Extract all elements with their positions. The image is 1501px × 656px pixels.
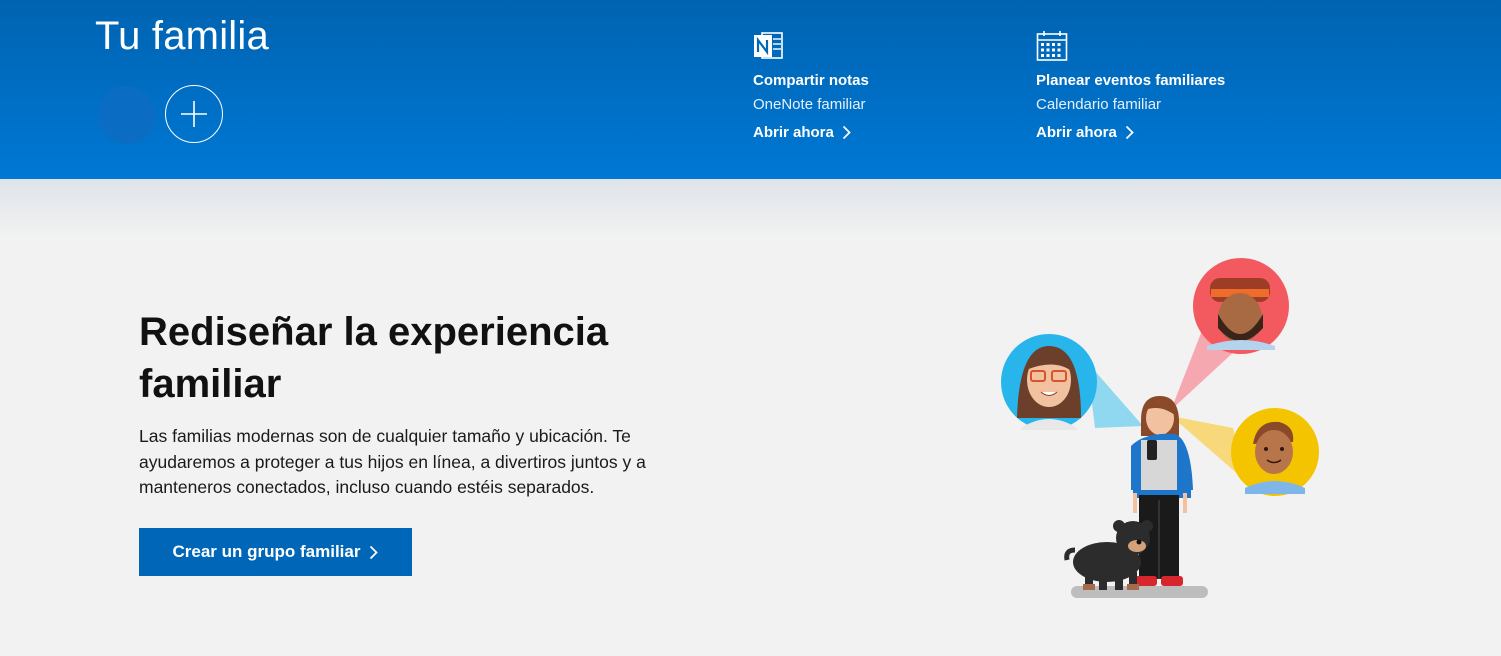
hero-title-line2: familiar <box>139 362 282 406</box>
hero-title-line1: Rediseñar la experiencia <box>139 310 609 354</box>
promo-calendar: Planear eventos familiares Calendario fa… <box>1036 30 1225 141</box>
onenote-icon <box>754 32 783 59</box>
person-bubble-red <box>1193 258 1289 354</box>
promo-title: Planear eventos familiares <box>1036 72 1226 89</box>
chevron-right-icon <box>1125 125 1134 140</box>
open-link-label: Abrir ahora <box>753 124 834 141</box>
promo-subtitle: Calendario familiar <box>1036 96 1162 113</box>
cta-label: Crear un grupo familiar <box>172 542 361 561</box>
plus-icon <box>181 101 207 127</box>
header-shadow <box>0 179 1501 239</box>
header-banner: Tu familia Compartir notas OneNote famil… <box>0 0 1501 179</box>
calendar-icon <box>1036 31 1068 61</box>
hero-description: Las familias modernas son de cualquier t… <box>139 426 646 497</box>
open-onenote-link[interactable]: Abrir ahora <box>753 124 851 141</box>
add-member-button[interactable] <box>165 85 223 143</box>
promo-onenote: Compartir notas OneNote familiar Abrir a… <box>753 30 869 141</box>
member-avatar-placeholder <box>98 86 156 144</box>
page-title: Tu familia <box>95 14 269 58</box>
hero-title: Rediseñar la experiencia familiar <box>139 306 759 410</box>
family-illustration <box>1001 258 1319 598</box>
person-bubble-blue <box>1001 334 1097 430</box>
chevron-right-icon <box>842 125 851 140</box>
open-calendar-link[interactable]: Abrir ahora <box>1036 124 1134 141</box>
open-link-label: Abrir ahora <box>1036 124 1117 141</box>
promo-subtitle: OneNote familiar <box>753 96 866 113</box>
person-bubble-yellow <box>1231 408 1319 496</box>
promo-title: Compartir notas <box>753 72 869 89</box>
chevron-right-icon <box>370 545 379 559</box>
create-family-group-button[interactable]: Crear un grupo familiar <box>139 528 412 576</box>
